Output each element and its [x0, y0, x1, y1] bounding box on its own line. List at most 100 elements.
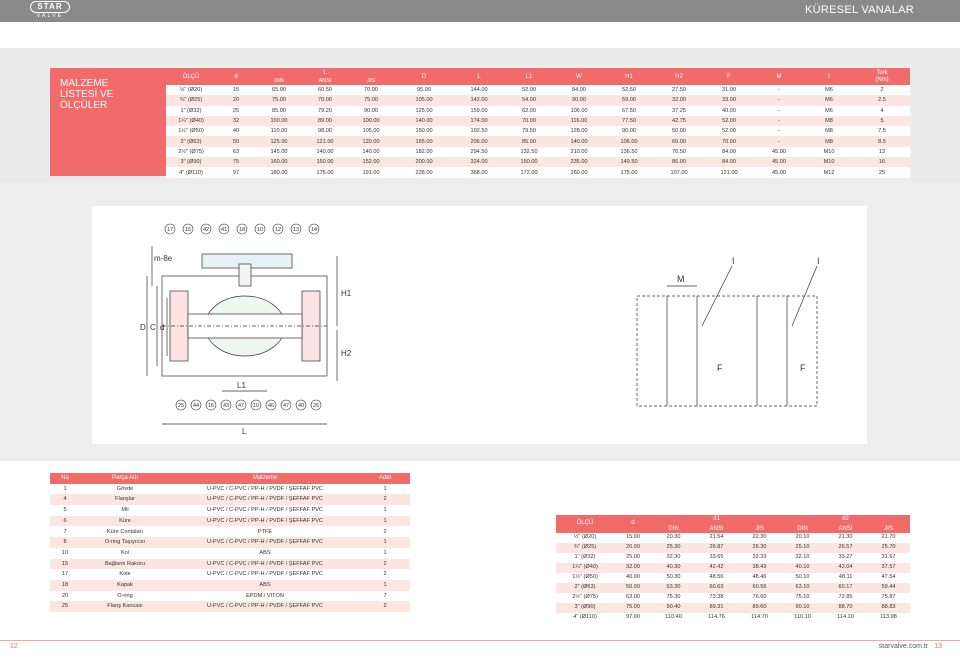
- logo-main-text: STAR: [30, 1, 70, 13]
- seals-cell: 113.98: [867, 613, 911, 623]
- dims-cell: 89.00: [302, 115, 348, 127]
- dims-cell: 116.00: [554, 115, 605, 127]
- seals-cell: 22.30: [738, 533, 782, 543]
- dims-cell: 79.20: [302, 105, 348, 116]
- dims-cell: 4: [854, 105, 911, 116]
- table-row: 8 O-ring Taşıyıcısı U-PVC / C-PVC / PP-H /…: [50, 537, 410, 548]
- parts-cell: Kole: [80, 569, 170, 580]
- seals-cell: 90.40: [652, 603, 695, 613]
- seals-cell: 75.30: [652, 593, 695, 603]
- brand-logo[interactable]: STAR VALVE: [30, 1, 70, 21]
- dims-cell: 50: [216, 136, 256, 147]
- dims-cell: 90.00: [348, 105, 395, 116]
- parts-cell: 7: [50, 526, 80, 538]
- page-number-right: 13: [934, 643, 942, 650]
- dims-cell: 85.00: [256, 105, 302, 116]
- parts-cell: 4: [50, 494, 80, 506]
- seals-cell: 33.65: [695, 553, 738, 563]
- col-H2: H2: [654, 68, 705, 85]
- dims-cell: 75.00: [256, 95, 302, 106]
- dims-cell: 107.00: [654, 167, 705, 178]
- table-row: 1¼" (Ø40) 32 100.00 89.00 100.00 140.00 174.00…: [166, 115, 911, 127]
- seals-cell: 110.40: [652, 613, 695, 623]
- dims-cell: 110.00: [256, 126, 302, 137]
- col-D: D: [394, 68, 455, 85]
- parts-cell: 18: [50, 579, 80, 591]
- parts-cell: U-PVC / C-PVC / PP-H / PVDF / ŞEFFAF PVC: [170, 537, 360, 548]
- table-row: 15 Bağlantı Rakoru U-PVC / C-PVC / PP-H / …: [50, 558, 410, 570]
- dims-cell: 2: [854, 85, 911, 96]
- seals-cell: 32.33: [738, 553, 782, 563]
- col-I: I: [804, 68, 855, 85]
- callout-number: 25: [313, 403, 319, 409]
- callout-number: 15: [185, 227, 191, 233]
- callout-number: 13: [293, 227, 299, 233]
- parts-cell: 8: [50, 537, 80, 548]
- dims-cell: 145.00: [256, 146, 302, 158]
- dims-cell: 140.00: [394, 115, 455, 127]
- callout-number: 46: [268, 403, 274, 409]
- col-part-name: Parça Adı: [80, 473, 170, 484]
- seals-cell: 90.10: [781, 603, 825, 613]
- seals-cell: 89.31: [695, 603, 738, 613]
- dims-cell: 165.00: [394, 136, 455, 147]
- seals-cell: 63.00: [614, 593, 652, 603]
- dims-cell: 70.00: [302, 95, 348, 106]
- col-d2-jis: JIS: [867, 525, 911, 533]
- callout-number: 18: [239, 227, 245, 233]
- dims-cell: 85.00: [504, 136, 555, 147]
- seals-cell: 32.10: [781, 553, 825, 563]
- dims-cell: 3" (Ø90): [166, 157, 216, 168]
- dims-cell: 63: [216, 146, 256, 158]
- dims-cell: 60.50: [302, 85, 348, 96]
- col-olcu: ÖLÇÜ: [166, 68, 216, 85]
- seals-cell: 25.10: [781, 543, 825, 553]
- parts-cell: 5: [50, 505, 80, 516]
- dims-cell: 128.00: [554, 126, 605, 137]
- footer-right: starvalve.com.tr 13: [879, 643, 942, 650]
- col-d2-group: d2: [781, 515, 911, 525]
- top-header-bar: STAR VALVE KÜRESEL VANALAR: [0, 0, 960, 22]
- dims-cell: 152.00: [348, 157, 395, 168]
- dims-cell: 200.00: [394, 157, 455, 168]
- dims-cell: 79.50: [504, 126, 555, 137]
- col-material: Malzeme: [170, 473, 360, 484]
- table-row: 17 Kole U-PVC / C-PVC / PP-H / PVDF / ŞEFF…: [50, 569, 410, 580]
- dims-cell: 106.00: [554, 105, 605, 116]
- dims-cell: 5: [854, 115, 911, 127]
- dims-cell: ¾" (Ø25): [166, 95, 216, 106]
- dims-cell: 121.00: [302, 136, 348, 147]
- dims-cell: 228.00: [394, 167, 455, 178]
- parts-cell: Flanş Kancası: [80, 601, 170, 612]
- dims-cell: 140.00: [302, 146, 348, 158]
- label-F-2: F: [800, 363, 806, 373]
- parts-cell: 2: [360, 526, 410, 538]
- dims-cell: 32.00: [654, 95, 705, 106]
- callout-number: 25: [178, 403, 184, 409]
- table-row: ¾" (Ø25) 20.00 25.30 26.87 26.30 25.10 26.57 25…: [556, 543, 911, 553]
- dims-cell: 90.00: [554, 95, 605, 106]
- seals-cell: ½" (Ø20): [556, 533, 614, 543]
- dims-cell: 150.00: [394, 126, 455, 137]
- table-row: 10 Kol ABS 1: [50, 547, 410, 559]
- col-d2-din: DIN: [781, 525, 825, 533]
- seals-cell: 47.54: [867, 573, 911, 583]
- dims-cell: 25: [854, 167, 911, 178]
- seals-cell: 26.87: [695, 543, 738, 553]
- section-title: KÜRESEL VANALAR: [804, 4, 914, 16]
- label-F-1: F: [717, 363, 723, 373]
- site-link[interactable]: starvalve.com.tr: [879, 643, 928, 650]
- col-F: F: [704, 68, 755, 85]
- dims-cell: 182.00: [394, 146, 455, 158]
- table-row: ½" (Ø20) 15.00 20.30 21.54 22.30 20.10 21.30 21…: [556, 533, 911, 543]
- label-M: M: [677, 274, 685, 284]
- parts-cell: 1: [50, 483, 80, 495]
- col-l-group: L: [256, 68, 395, 78]
- parts-cell: PTFE: [170, 526, 360, 538]
- flange-outline: [636, 295, 818, 407]
- dims-cell: 37.25: [654, 105, 705, 116]
- table-row: 1½" (Ø50) 40.00 50.30 48.56 48.46 50.10 48.11 4…: [556, 573, 911, 583]
- dims-cell: 59.00: [604, 95, 655, 106]
- label-D: D: [140, 323, 146, 332]
- dims-cell: 15: [216, 85, 256, 96]
